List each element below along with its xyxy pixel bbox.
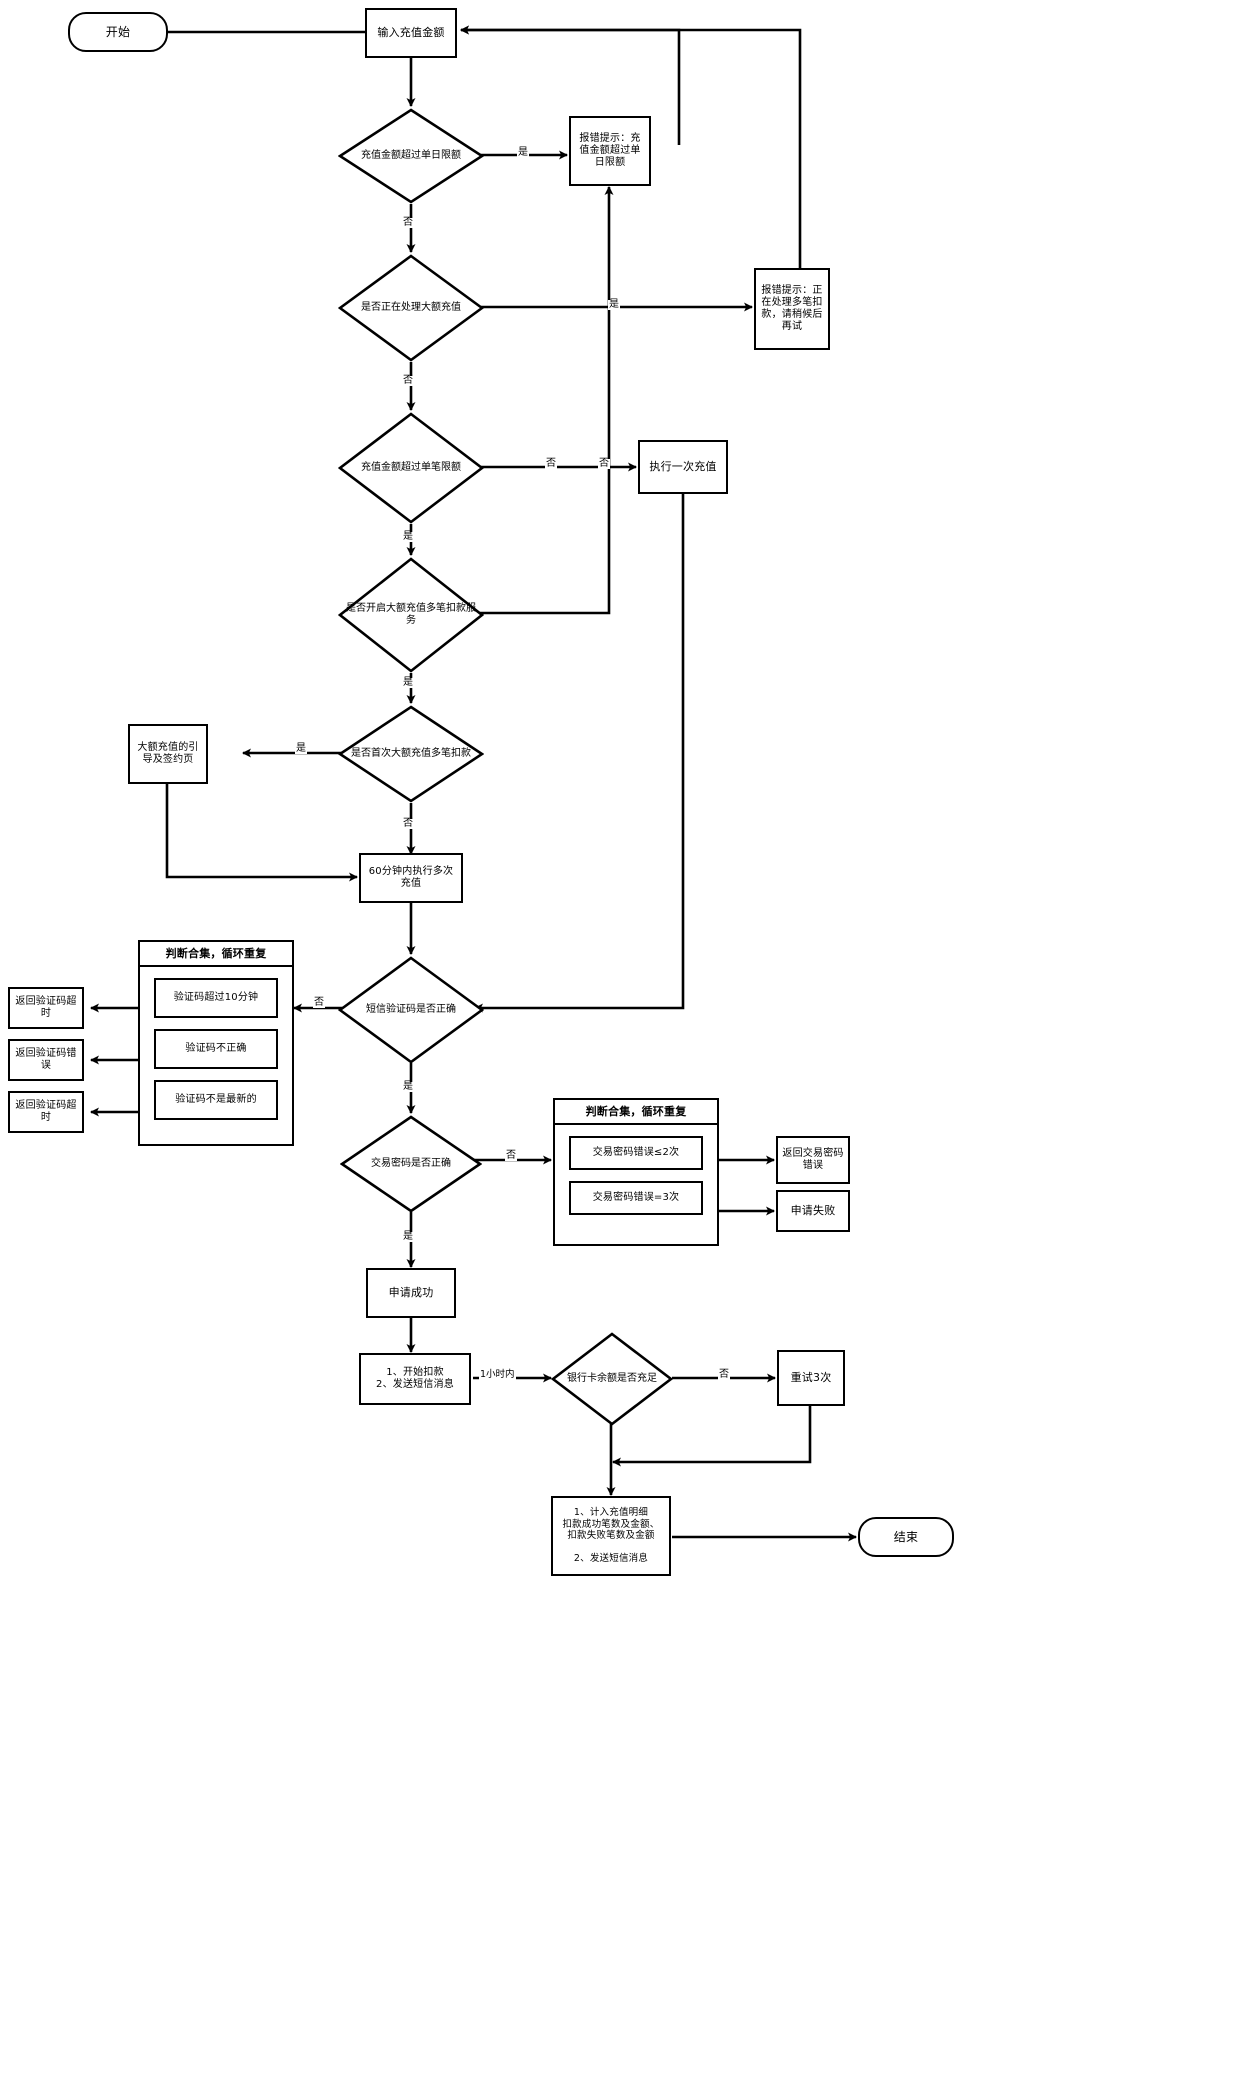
node-decision-single-limit: 充值金额超过单笔限额 [338, 412, 484, 524]
node-apply-success: 申请成功 [366, 1268, 456, 1318]
node-start-deduct-label: 1、开始扣款 2、发送短信消息 [376, 1366, 454, 1390]
node-decision-sms-code-label: 短信验证码是否正确 [366, 1004, 456, 1015]
node-decision-processing-large-label: 是否正在处理大额充值 [361, 302, 461, 313]
edge-label-trade-password-yes: 是 [402, 1231, 414, 1242]
edge-label-sms-code-no: 否 [313, 997, 325, 1008]
group-sms-item-2: 验证码不是最新的 [154, 1080, 278, 1121]
node-decision-processing-large: 是否正在处理大额充值 [338, 254, 484, 362]
node-multi-recharge-60min: 60分钟内执行多次充值 [359, 853, 463, 903]
node-retry-3-times: 重试3次 [777, 1350, 845, 1406]
node-apply-failed: 申请失败 [776, 1190, 850, 1232]
edge-label-balance-enough-no: 否 [718, 1369, 730, 1380]
node-do-once-recharge: 执行一次充值 [638, 440, 728, 494]
group-sms-judgments: 判断合集，循环重复 验证码超过10分钟 验证码不正确 验证码不是最新的 [138, 940, 294, 1146]
group-sms-item-2-label: 验证码不是最新的 [175, 1094, 257, 1106]
node-record-detail: 1、计入充值明细 扣款成功笔数及金额、 扣款失败笔数及金额 2、发送短信消息 [551, 1496, 671, 1576]
node-guide-sign-page: 大额充值的引导及签约页 [128, 724, 208, 784]
node-end-label: 结束 [893, 1529, 919, 1544]
group-sms-judgments-title: 判断合集，循环重复 [140, 942, 292, 968]
node-do-once-recharge-label: 执行一次充值 [649, 460, 717, 474]
group-password-item-1: 交易密码错误=3次 [569, 1181, 703, 1216]
node-decision-trade-password-label: 交易密码是否正确 [371, 1158, 451, 1169]
group-password-item-0: 交易密码错误≤2次 [569, 1136, 703, 1171]
node-decision-first-time-label: 是否首次大额充值多笔扣款 [351, 748, 471, 759]
edge-label-single-limit-no: 否 [545, 458, 557, 469]
node-apply-failed-label: 申请失败 [790, 1204, 836, 1218]
node-error-daily-limit: 报错提示：充值金额超过单日限额 [569, 116, 651, 186]
node-decision-single-limit-label: 充值金额超过单笔限额 [361, 462, 461, 473]
node-guide-sign-page-label: 大额充值的引导及签约页 [137, 741, 199, 765]
node-return-trade-password-error: 返回交易密码错误 [776, 1136, 850, 1184]
node-record-detail-label: 1、计入充值明细 扣款成功笔数及金额、 扣款失败笔数及金额 2、发送短信消息 [562, 1507, 660, 1565]
node-decision-balance-enough: 银行卡余额是否充足 [551, 1332, 673, 1426]
edge-label-single-limit-no-2: 否 [598, 458, 610, 469]
node-decision-sms-code: 短信验证码是否正确 [338, 956, 484, 1064]
edge-label-processing-large-no: 否 [402, 375, 414, 386]
edge-label-single-limit-yes: 是 [402, 531, 414, 542]
group-password-item-0-label: 交易密码错误≤2次 [592, 1147, 680, 1159]
node-retry-3-times-label: 重试3次 [790, 1371, 832, 1385]
group-password-judgments-title: 判断合集，循环重复 [555, 1100, 717, 1126]
node-return-code-timeout-2-label: 返回验证码超时 [15, 1099, 77, 1123]
node-decision-service-enabled: 是否开启大额充值多笔扣款服务 [338, 557, 484, 673]
node-return-trade-password-error-label: 返回交易密码错误 [782, 1147, 844, 1171]
node-return-code-timeout-2: 返回验证码超时 [8, 1091, 84, 1133]
edge-label-daily-limit-no: 否 [402, 217, 414, 228]
group-sms-item-0: 验证码超过10分钟 [154, 978, 278, 1019]
group-password-item-1-label: 交易密码错误=3次 [592, 1192, 680, 1204]
node-return-code-timeout-1: 返回验证码超时 [8, 987, 84, 1029]
node-input-amount-label: 输入充值金额 [377, 26, 445, 40]
node-return-code-error: 返回验证码错误 [8, 1039, 84, 1081]
node-return-code-error-label: 返回验证码错误 [15, 1047, 77, 1071]
node-error-multi-processing-label: 报错提示：正在处理多笔扣款，请稍候后再试 [761, 284, 823, 333]
group-sms-item-1-label: 验证码不正确 [185, 1043, 247, 1055]
node-end: 结束 [858, 1517, 954, 1557]
node-decision-daily-limit-label: 充值金额超过单日限额 [361, 150, 461, 161]
node-return-code-timeout-1-label: 返回验证码超时 [15, 995, 77, 1019]
edge-label-sms-code-yes: 是 [402, 1081, 414, 1092]
edge-label-within-one-hour: 1小时内 [479, 1369, 516, 1380]
node-decision-daily-limit: 充值金额超过单日限额 [338, 108, 484, 204]
node-decision-balance-enough-label: 银行卡余额是否充足 [567, 1373, 657, 1384]
edge-label-first-time-no: 否 [402, 818, 414, 829]
node-multi-recharge-60min-label: 60分钟内执行多次充值 [368, 865, 454, 889]
group-sms-item-0-label: 验证码超过10分钟 [173, 992, 259, 1004]
edge-label-trade-password-no: 否 [505, 1150, 517, 1161]
flowchart-canvas: 开始 输入充值金额 充值金额超过单日限额 报错提示：充值金额超过单日限额 是否正… [0, 0, 1240, 2076]
edge-label-service-enabled-yes: 是 [402, 677, 414, 688]
edge-label-first-time-yes: 是 [295, 743, 307, 754]
node-error-multi-processing: 报错提示：正在处理多笔扣款，请稍候后再试 [754, 268, 830, 350]
node-error-daily-limit-label: 报错提示：充值金额超过单日限额 [579, 132, 641, 169]
node-input-amount: 输入充值金额 [365, 8, 457, 58]
edge-label-processing-large-yes: 是 [608, 299, 620, 310]
node-decision-service-enabled-label: 是否开启大额充值多笔扣款服务 [346, 603, 476, 626]
node-start-label: 开始 [105, 24, 131, 39]
node-apply-success-label: 申请成功 [388, 1286, 434, 1300]
node-start: 开始 [68, 12, 168, 52]
node-decision-first-time: 是否首次大额充值多笔扣款 [338, 705, 484, 803]
edge-label-daily-limit-yes: 是 [517, 147, 529, 158]
group-password-judgments: 判断合集，循环重复 交易密码错误≤2次 交易密码错误=3次 [553, 1098, 719, 1246]
group-sms-item-1: 验证码不正确 [154, 1029, 278, 1070]
node-decision-trade-password: 交易密码是否正确 [340, 1115, 482, 1213]
node-start-deduct: 1、开始扣款 2、发送短信消息 [359, 1353, 471, 1405]
